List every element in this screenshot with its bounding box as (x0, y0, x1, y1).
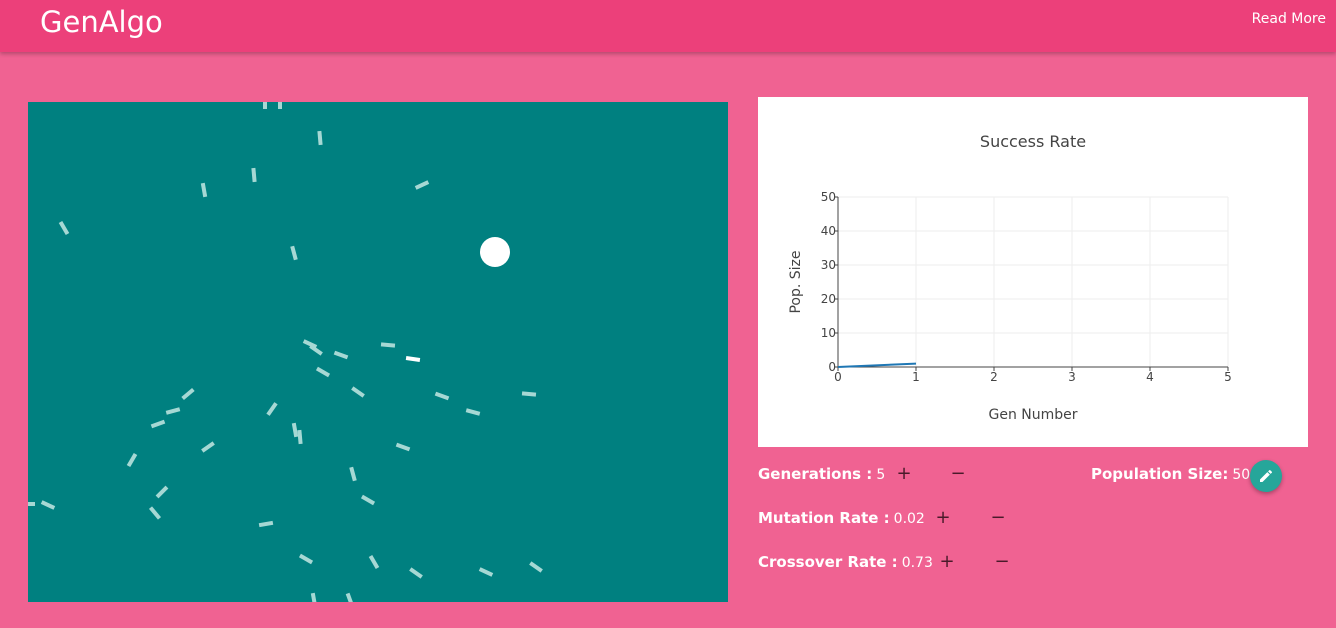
agent-rocket (409, 567, 423, 579)
agent-rocket (278, 102, 282, 109)
x-tick-label: 2 (990, 370, 998, 384)
agent-rocket (465, 408, 481, 416)
generations-value: 5 (876, 467, 886, 483)
x-tick-label: 3 (1068, 370, 1076, 384)
y-tick-label: 0 (828, 360, 836, 374)
agent-rocket (150, 419, 166, 429)
agent-rocket (201, 441, 215, 453)
mutation-rate-plus-button[interactable]: + (932, 507, 954, 529)
y-tick-label: 50 (821, 190, 836, 204)
y-tick-label: 30 (821, 258, 836, 272)
brand-title[interactable]: GenAlgo (40, 2, 163, 42)
edit-population-button[interactable] (1250, 460, 1282, 492)
crossover-rate-minus-button[interactable]: − (991, 551, 1013, 573)
agent-rocket (155, 485, 169, 499)
agent-rocket (58, 220, 70, 236)
agent-rocket (529, 561, 543, 573)
agent-rocket (434, 391, 450, 401)
agent-rocket (258, 520, 274, 528)
crossover-rate-control: Crossover Rate :0.73 (758, 550, 933, 574)
agent-rocket (291, 422, 299, 438)
agent-rocket (251, 167, 257, 183)
agent-rocket (298, 553, 314, 565)
agent-rocket (28, 502, 35, 506)
agent-rocket (310, 592, 318, 602)
simulation-drawing (28, 102, 543, 602)
agent-rocket (290, 245, 298, 261)
agent-rocket (333, 350, 349, 360)
mutation-rate-control: Mutation Rate :0.02 (758, 506, 925, 530)
x-tick-label: 4 (1146, 370, 1154, 384)
y-tick-label: 40 (821, 224, 836, 238)
agent-rocket (181, 387, 195, 401)
generations-control: Generations :5 (758, 462, 885, 486)
agent-rocket (297, 429, 303, 445)
mutation-rate-value: 0.02 (893, 511, 925, 527)
agent-rocket (263, 102, 267, 109)
target-circle (480, 237, 510, 267)
x-tick-label: 5 (1224, 370, 1232, 384)
agent-rocket (521, 391, 537, 397)
y-tick-label: 20 (821, 292, 836, 306)
agent-rocket (368, 554, 380, 570)
agent-rocket (351, 386, 365, 398)
agent-rocket (126, 452, 138, 468)
agent-rocket-best (405, 356, 421, 362)
read-more-link[interactable]: Read More (1252, 11, 1326, 27)
crossover-rate-value: 0.73 (901, 555, 933, 571)
mutation-rate-label: Mutation Rate : (758, 509, 890, 527)
y-axis-label: Pop. Size (788, 250, 804, 313)
agent-rocket (349, 466, 357, 482)
population-size-control: Population Size: 50 (1091, 462, 1250, 486)
simulation-canvas[interactable] (28, 102, 728, 602)
pencil-icon (1260, 469, 1273, 482)
population-size-label: Population Size: (1091, 465, 1229, 483)
agent-rocket (414, 180, 430, 190)
mutation-rate-minus-button[interactable]: − (987, 507, 1009, 529)
agent-rocket (478, 567, 494, 577)
x-axis-label: Gen Number (988, 407, 1077, 423)
chart-title: Success Rate (980, 132, 1086, 151)
population-size-value: 50 (1232, 467, 1251, 483)
crossover-rate-label: Crossover Rate : (758, 553, 898, 571)
success-rate-chart: Success Rate 0 1 2 3 4 5 0 10 20 30 40 50 Gen Number P… (758, 97, 1308, 447)
chart-svg: Success Rate0 1 2 3 4 501020304050Gen NumberP… (788, 132, 1232, 423)
agent-rocket (345, 592, 355, 602)
agent-rocket (165, 407, 181, 415)
agent-rocket (148, 506, 162, 520)
series-line (837, 362, 917, 368)
top-app-bar: GenAlgo Read More (0, 0, 1336, 52)
agent-rocket (40, 500, 56, 510)
agent-rocket (315, 366, 331, 378)
generations-label: Generations : (758, 465, 873, 483)
agent-rocket (380, 342, 396, 348)
y-tick-label: 10 (821, 326, 836, 340)
agent-rocket (360, 494, 376, 506)
generations-minus-button[interactable]: − (947, 463, 969, 485)
agent-rocket (266, 402, 278, 416)
agent-rocket (317, 130, 323, 146)
crossover-rate-plus-button[interactable]: + (936, 551, 958, 573)
x-tick-label: 1 (912, 370, 920, 384)
generations-plus-button[interactable]: + (893, 463, 915, 485)
agent-rocket (395, 442, 411, 452)
agent-rocket (200, 182, 208, 198)
